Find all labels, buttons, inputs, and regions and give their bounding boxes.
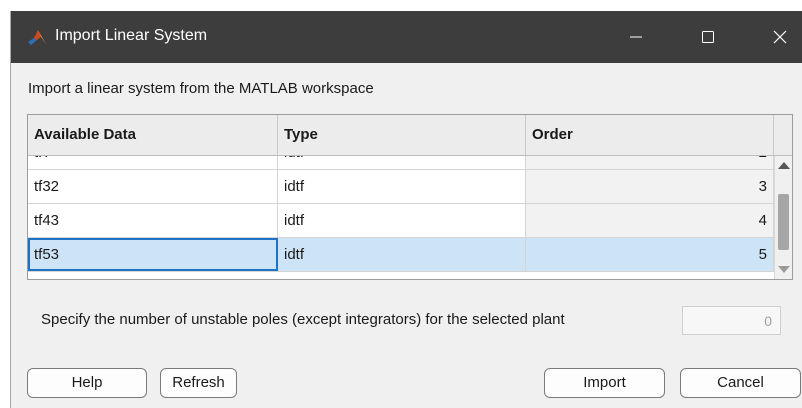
cell-type: idtf [278, 170, 526, 203]
scroll-up-arrow-icon[interactable] [778, 162, 790, 169]
cell-order: 5 [526, 238, 774, 271]
table-row[interactable]: tf? idtf 2 [28, 156, 774, 170]
cancel-button[interactable]: Cancel [680, 368, 801, 398]
unstable-poles-input[interactable] [682, 306, 781, 335]
table-row[interactable]: tf43 idtf 4 [28, 204, 774, 238]
table-body: tf? idtf 2 tf32 idtf 3 tf43 idtf 4 tf53 … [28, 156, 774, 279]
maximize-icon [702, 31, 714, 43]
table-header: Available Data Type Order [28, 115, 792, 156]
column-header-corner [774, 115, 792, 155]
cell-type: idtf [278, 238, 526, 271]
table-row-selected[interactable]: tf53 idtf 5 [28, 238, 774, 272]
help-button[interactable]: Help [27, 368, 147, 398]
close-icon [773, 30, 787, 44]
cell-type: idtf [278, 204, 526, 237]
vertical-scrollbar[interactable] [774, 156, 792, 279]
import-button[interactable]: Import [544, 368, 665, 398]
matlab-logo-icon [28, 30, 46, 45]
column-header-order[interactable]: Order [526, 115, 774, 155]
title-bar[interactable]: Import Linear System [11, 11, 802, 63]
minimize-icon [630, 36, 642, 38]
cell-available-data: tf32 [28, 170, 278, 203]
cell-order: 4 [526, 204, 774, 237]
column-header-available-data[interactable]: Available Data [28, 115, 278, 155]
cell-available-data: tf53 [28, 238, 278, 271]
maximize-button[interactable] [685, 11, 731, 63]
cell-order: 3 [526, 170, 774, 203]
unstable-poles-label: Specify the number of unstable poles (ex… [41, 311, 565, 328]
cell-available-data: tf? [28, 156, 278, 169]
scrollbar-thumb[interactable] [778, 194, 789, 250]
instruction-text: Import a linear system from the MATLAB w… [28, 80, 374, 97]
table-row[interactable]: tf32 idtf 3 [28, 170, 774, 204]
cell-available-data: tf43 [28, 204, 278, 237]
minimize-button[interactable] [613, 11, 659, 63]
scroll-down-arrow-icon[interactable] [778, 266, 790, 273]
window-title: Import Linear System [55, 27, 208, 44]
cell-type: idtf [278, 156, 526, 169]
close-button[interactable] [757, 11, 802, 63]
refresh-button[interactable]: Refresh [160, 368, 237, 398]
available-data-table: Available Data Type Order tf? idtf 2 tf3… [27, 114, 793, 280]
import-linear-system-dialog: Import Linear System Import a linear sys… [10, 11, 802, 408]
cell-order: 2 [526, 156, 774, 169]
column-header-type[interactable]: Type [278, 115, 526, 155]
